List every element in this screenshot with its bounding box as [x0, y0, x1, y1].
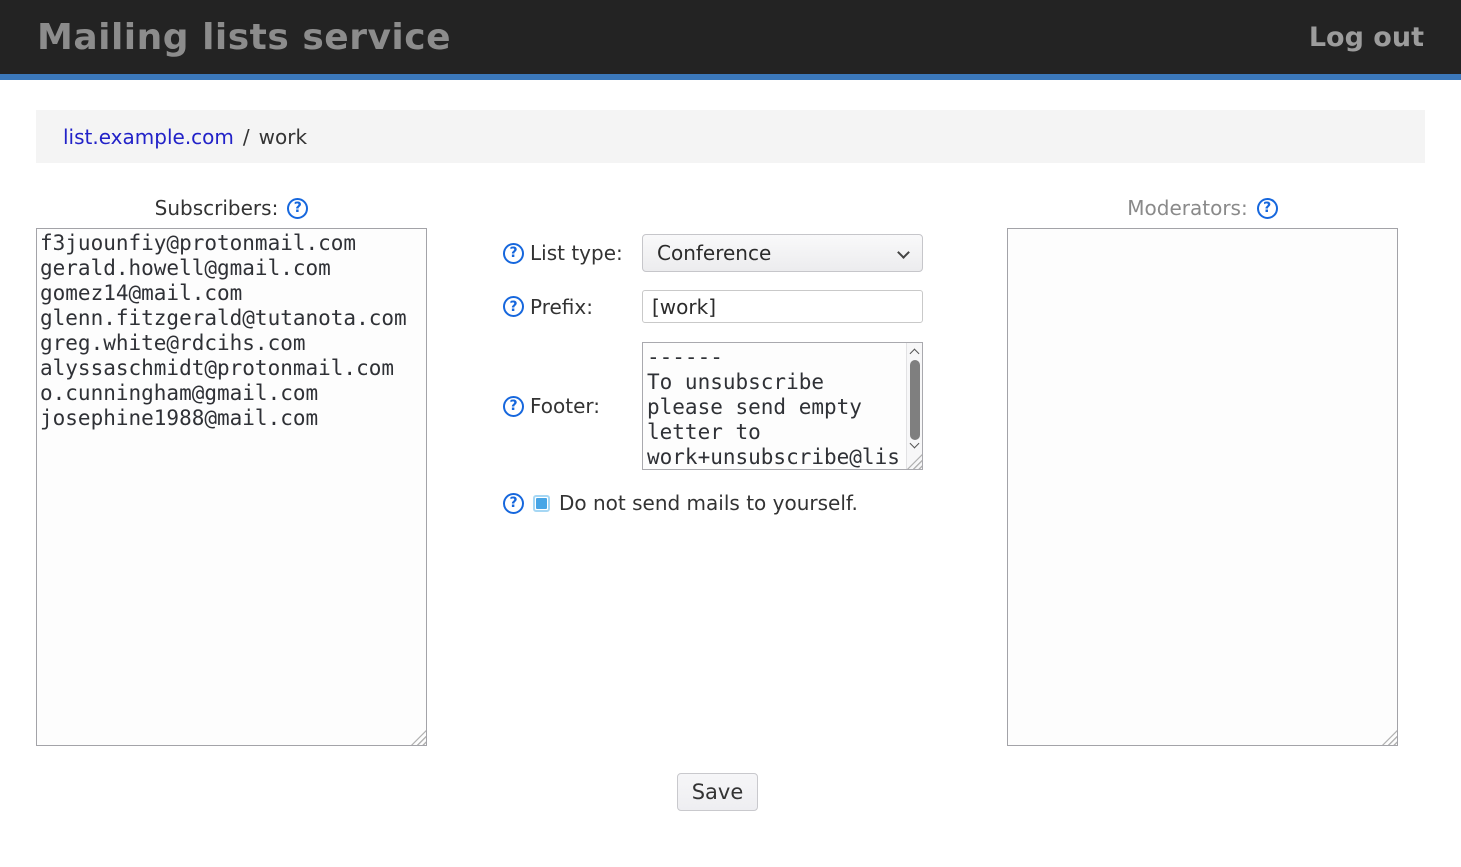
subscribers-textarea[interactable]: f3juounfiy@protonmail.com gerald.howell@…: [36, 228, 427, 746]
subscribers-label: Subscribers:: [155, 196, 279, 220]
list-type-help-icon[interactable]: ?: [503, 243, 524, 264]
checkbox-check-icon: [536, 498, 547, 509]
no-self-mail-row: ? Do not send mails to yourself.: [503, 491, 858, 515]
breadcrumb-separator: /: [243, 125, 250, 149]
footer-label: Footer:: [530, 394, 642, 418]
footer-textarea[interactable]: ------ To unsubscribe please send empty …: [642, 342, 923, 470]
subscribers-label-row: Subscribers: ?: [36, 194, 427, 222]
prefix-label: Prefix:: [530, 295, 642, 319]
no-self-mail-help-icon[interactable]: ?: [503, 493, 524, 514]
footer-text: ------ To unsubscribe please send empty …: [643, 343, 905, 469]
footer-scrollbar[interactable]: [906, 343, 922, 469]
moderators-textarea-wrap: [1007, 228, 1398, 746]
prefix-input[interactable]: [642, 290, 923, 323]
moderators-textarea[interactable]: [1007, 228, 1398, 746]
prefix-help-icon[interactable]: ?: [503, 296, 524, 317]
logout-link[interactable]: Log out: [1309, 22, 1424, 53]
breadcrumb-current: work: [259, 125, 307, 149]
scroll-up-icon[interactable]: [910, 349, 920, 359]
subscribers-help-icon[interactable]: ?: [287, 198, 308, 219]
list-type-selected-value: Conference: [657, 241, 771, 265]
breadcrumb-domain-link[interactable]: list.example.com: [63, 125, 234, 149]
list-type-select[interactable]: Conference: [642, 234, 923, 272]
page: Mailing lists service Log out list.examp…: [0, 0, 1461, 867]
footer-help-icon[interactable]: ?: [503, 396, 524, 417]
moderators-help-icon[interactable]: ?: [1257, 198, 1278, 219]
footer-row: ? Footer: ------ To unsubscribe please s…: [503, 342, 923, 470]
breadcrumb: list.example.com / work: [36, 110, 1425, 163]
chevron-down-icon: [897, 246, 910, 259]
no-self-mail-label: Do not send mails to yourself.: [559, 491, 858, 515]
app-header: Mailing lists service Log out: [0, 0, 1461, 80]
scrollbar-thumb[interactable]: [910, 360, 920, 440]
subscribers-textarea-wrap: f3juounfiy@protonmail.com gerald.howell@…: [36, 228, 427, 746]
list-type-row: ? List type: Conference: [503, 234, 923, 272]
scroll-down-icon[interactable]: [910, 439, 920, 449]
save-button[interactable]: Save: [677, 773, 758, 811]
moderators-label: Moderators:: [1127, 196, 1247, 220]
list-type-label: List type:: [530, 241, 642, 265]
prefix-row: ? Prefix:: [503, 290, 923, 323]
no-self-mail-checkbox[interactable]: [533, 495, 550, 512]
app-title: Mailing lists service: [37, 17, 451, 58]
moderators-label-row: Moderators: ?: [1007, 194, 1398, 222]
